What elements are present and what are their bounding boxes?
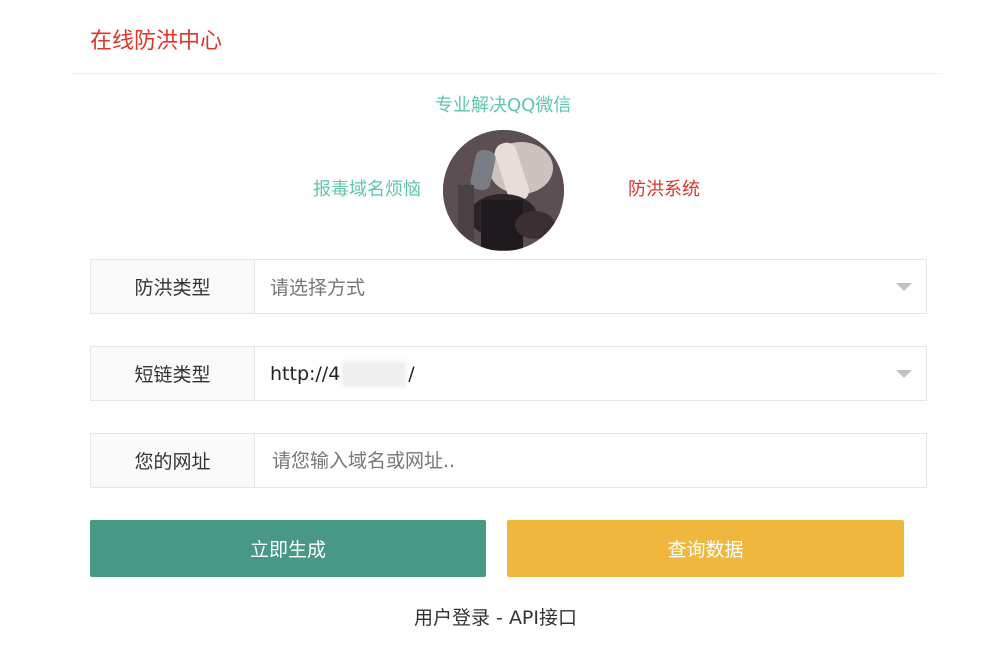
url-input[interactable] bbox=[270, 448, 874, 473]
redacted-domain bbox=[342, 360, 407, 387]
link-type-value-prefix: http://4 bbox=[270, 362, 341, 385]
footer-links: 用户登录 - API接口 bbox=[0, 603, 991, 630]
user-login-link[interactable]: 用户登录 bbox=[414, 607, 490, 629]
chevron-down-icon[interactable] bbox=[896, 282, 912, 291]
query-data-button[interactable]: 查询数据 bbox=[507, 520, 904, 577]
defense-type-select[interactable]: 请选择方式 bbox=[255, 260, 926, 313]
avatar bbox=[443, 130, 564, 251]
url-label: 您的网址 bbox=[91, 434, 255, 487]
chevron-down-icon[interactable] bbox=[896, 369, 912, 378]
defense-type-placeholder: 请选择方式 bbox=[270, 277, 366, 299]
url-field-wrapper[interactable] bbox=[255, 434, 926, 487]
link-type-label: 短链类型 bbox=[91, 347, 255, 400]
page-title: 在线防洪中心 bbox=[90, 29, 223, 54]
generate-button[interactable]: 立即生成 bbox=[90, 520, 486, 577]
tagline-right: 防洪系统 bbox=[628, 179, 700, 200]
defense-type-row[interactable]: 防洪类型 请选择方式 bbox=[90, 259, 927, 314]
link-type-value-suffix: / bbox=[408, 362, 415, 385]
header-divider bbox=[72, 73, 942, 74]
avatar-image bbox=[443, 130, 564, 251]
defense-type-label: 防洪类型 bbox=[91, 260, 255, 313]
tagline-left: 报毒域名烦恼 bbox=[313, 179, 421, 200]
tagline-top: 专业解决QQ微信 bbox=[435, 95, 572, 116]
page: 在线防洪中心 专业解决QQ微信 报毒域名烦恼 防洪系统 防洪类型 请选择方式 短… bbox=[0, 0, 991, 649]
link-type-select[interactable]: http://4 / bbox=[255, 347, 926, 400]
api-link[interactable]: API接口 bbox=[509, 607, 577, 629]
footer-separator: - bbox=[490, 607, 509, 629]
url-row[interactable]: 您的网址 bbox=[90, 433, 927, 488]
link-type-row[interactable]: 短链类型 http://4 / bbox=[90, 346, 927, 401]
